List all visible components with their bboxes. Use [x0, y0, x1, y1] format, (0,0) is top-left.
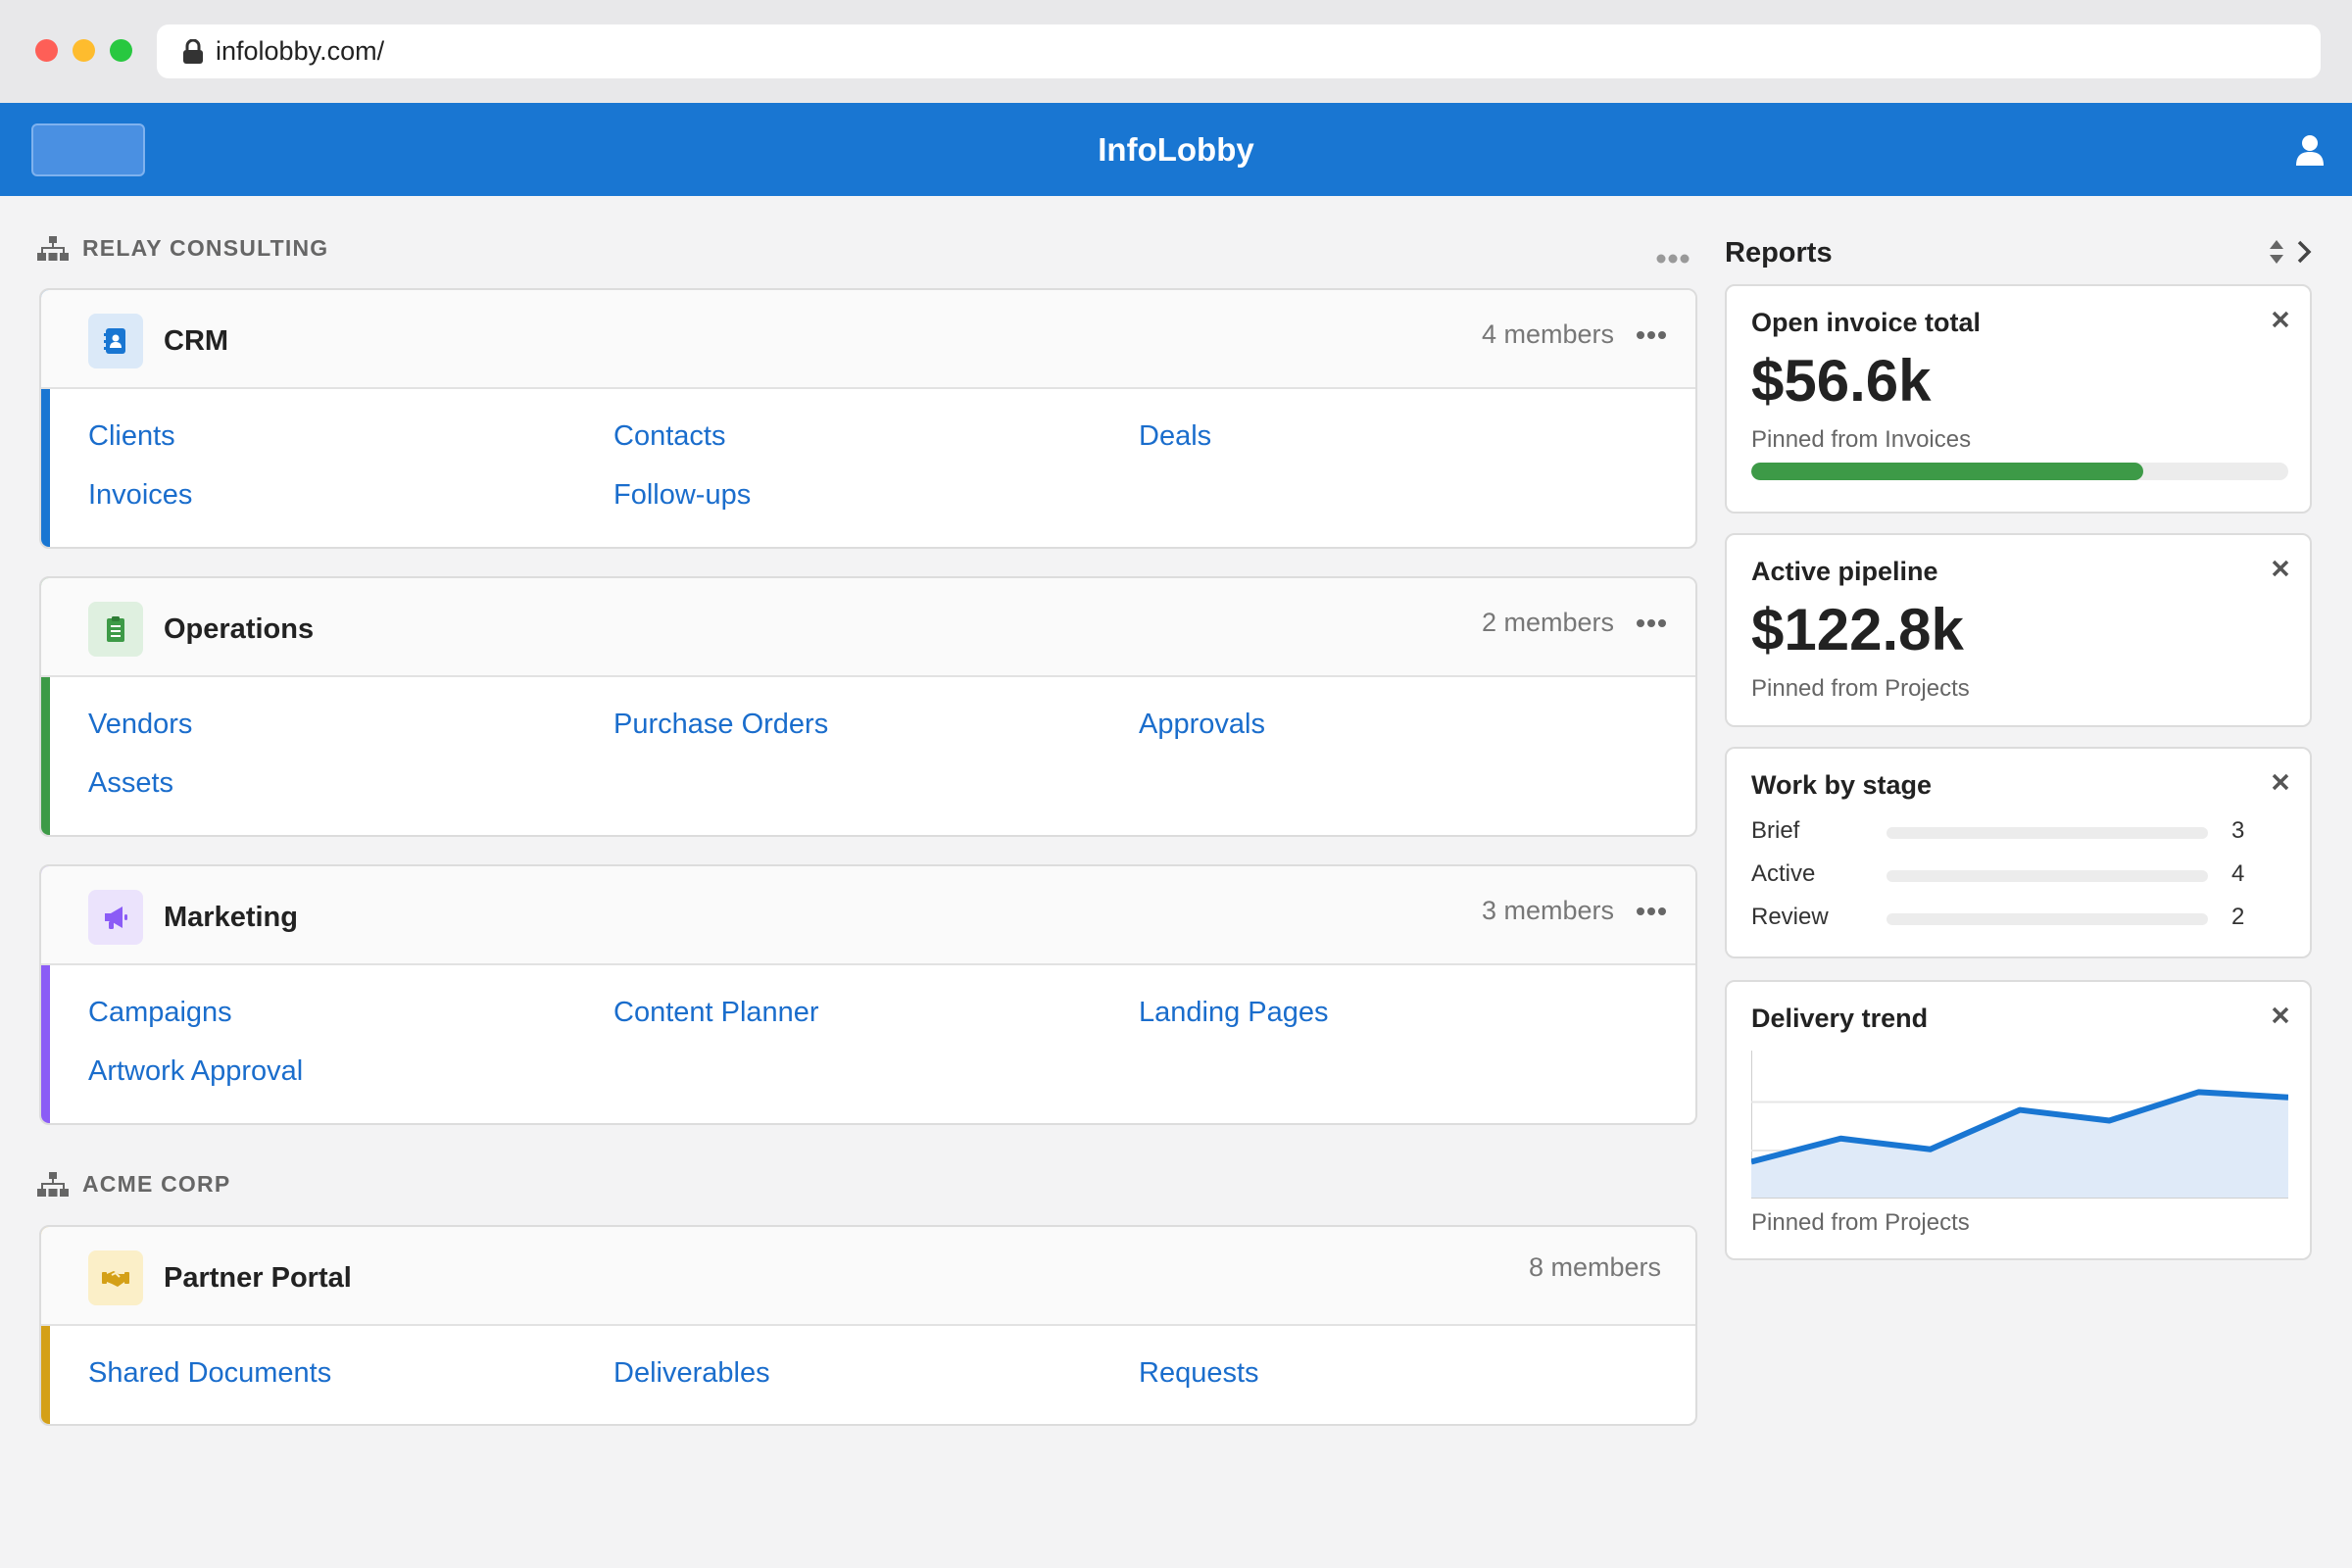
- maximize-window-button[interactable]: [110, 39, 132, 62]
- progress-fill: [1751, 463, 2144, 480]
- stage-count: 2: [2231, 904, 2245, 930]
- stage-bar: [1886, 827, 2208, 839]
- report-title: Work by stage: [1751, 770, 1933, 800]
- app-title: InfoLobby: [1098, 130, 1254, 168]
- close-icon[interactable]: [2271, 310, 2290, 329]
- stage-label: Brief: [1751, 817, 1800, 844]
- org-chart-icon: [37, 1171, 69, 1197]
- group-more-icon[interactable]: [1656, 253, 1690, 265]
- dashboard-content: RELAY CONSULTING CRM 4 members Clients C…: [0, 196, 2352, 1568]
- app-link-deliverables[interactable]: Deliverables: [613, 1357, 770, 1390]
- close-icon[interactable]: [2271, 559, 2290, 578]
- handshake-icon: [88, 1250, 143, 1305]
- report-card-open-invoice: Open invoice total $56.6k Pinned from In…: [1725, 284, 2312, 514]
- megaphone-icon: [88, 890, 143, 945]
- app-link-vendors[interactable]: Vendors: [88, 709, 192, 741]
- app-link-purchase-orders[interactable]: Purchase Orders: [613, 709, 828, 741]
- org-chart-icon: [37, 235, 69, 261]
- close-icon[interactable]: [2271, 772, 2290, 792]
- browser-chrome: infolobby.com/: [0, 0, 2352, 103]
- workspace-name: Marketing: [164, 902, 298, 933]
- report-card-active-pipeline: Active pipeline $122.8k Pinned from Proj…: [1725, 533, 2312, 727]
- workspace-name: Partner Portal: [164, 1262, 352, 1294]
- stage-row-brief: Brief 3: [1751, 817, 2290, 847]
- report-title: Delivery trend: [1751, 1004, 1929, 1033]
- stage-label: Active: [1751, 860, 1816, 887]
- report-title: Active pipeline: [1751, 557, 1938, 586]
- app-header: InfoLobby: [0, 103, 2352, 196]
- workspace-card-marketing: Marketing 3 members Campaigns Content Pl…: [39, 864, 1697, 1125]
- close-icon[interactable]: [2271, 1005, 2290, 1025]
- stage-bar: [1886, 870, 2208, 882]
- chevron-right-icon[interactable]: [2296, 239, 2312, 265]
- workspace-card-partner-portal: Partner Portal 8 members Shared Document…: [39, 1225, 1697, 1426]
- stage-label: Review: [1751, 904, 1829, 930]
- close-window-button[interactable]: [35, 39, 58, 62]
- clipboard-icon: [88, 602, 143, 657]
- group-name: ACME CORP: [82, 1171, 231, 1197]
- member-count: 2 members: [1482, 608, 1615, 637]
- app-link-requests[interactable]: Requests: [1139, 1357, 1259, 1390]
- report-source: Pinned from Invoices: [1751, 426, 1972, 453]
- app-link-clients[interactable]: Clients: [88, 420, 175, 453]
- lock-icon: [183, 38, 203, 64]
- app-link-follow-ups[interactable]: Follow-ups: [613, 479, 751, 512]
- stage-bar: [1886, 913, 2208, 925]
- stage-count: 3: [2231, 817, 2245, 844]
- stage-count: 4: [2231, 860, 2245, 887]
- app-link-approvals[interactable]: Approvals: [1139, 709, 1265, 741]
- app-link-assets[interactable]: Assets: [88, 767, 173, 800]
- workspace-header[interactable]: CRM 4 members: [41, 290, 1695, 389]
- delivery-trend-chart: [1751, 1051, 2288, 1199]
- user-icon[interactable]: [2295, 134, 2325, 166]
- app-link-content-planner[interactable]: Content Planner: [613, 997, 819, 1029]
- stage-row-review: Review 2: [1751, 904, 2290, 933]
- more-options-icon[interactable]: [1637, 329, 1666, 341]
- member-count: 3 members: [1482, 896, 1615, 925]
- workspace-card-operations: Operations 2 members Vendors Purchase Or…: [39, 576, 1697, 837]
- address-bar[interactable]: infolobby.com/: [157, 24, 2321, 78]
- report-source: Pinned from Projects: [1751, 1209, 1970, 1236]
- more-options-icon[interactable]: [1637, 617, 1666, 629]
- app-link-landing-pages[interactable]: Landing Pages: [1139, 997, 1329, 1029]
- menu-button[interactable]: [31, 123, 145, 176]
- workspace-name: Operations: [164, 613, 315, 645]
- workspace-header[interactable]: Operations 2 members: [41, 578, 1695, 677]
- app-link-deals[interactable]: Deals: [1139, 420, 1211, 453]
- report-value: $56.6k: [1751, 348, 1932, 414]
- report-value: $122.8k: [1751, 597, 1964, 662]
- workspace-header[interactable]: Marketing 3 members: [41, 866, 1695, 965]
- app-link-artwork-approval[interactable]: Artwork Approval: [88, 1055, 303, 1088]
- invoice-progress-bar: [1751, 463, 2288, 480]
- reports-heading: Reports: [1725, 237, 1833, 269]
- contact-book-icon: [88, 314, 143, 368]
- app-link-campaigns[interactable]: Campaigns: [88, 997, 232, 1029]
- workspace-card-crm: CRM 4 members Clients Contacts Deals Inv…: [39, 288, 1697, 549]
- workspace-name: CRM: [164, 325, 229, 357]
- report-source: Pinned from Projects: [1751, 675, 1970, 702]
- group-name: RELAY CONSULTING: [82, 235, 329, 261]
- sort-icon[interactable]: [2268, 238, 2285, 266]
- more-options-icon[interactable]: [1637, 906, 1666, 917]
- report-card-work-by-stage: Work by stage Brief 3 Active 4 Review 2: [1725, 747, 2312, 958]
- group-header-acme-corp: ACME CORP: [37, 1171, 230, 1198]
- app-link-shared-documents[interactable]: Shared Documents: [88, 1357, 331, 1390]
- minimize-window-button[interactable]: [73, 39, 95, 62]
- app-link-invoices[interactable]: Invoices: [88, 479, 192, 512]
- group-header-relay-consulting: RELAY CONSULTING: [37, 235, 328, 262]
- report-title: Open invoice total: [1751, 308, 1982, 337]
- member-count: 4 members: [1482, 319, 1615, 349]
- report-card-delivery-trend: Delivery trend Pinned from Projects: [1725, 980, 2312, 1260]
- url-text: infolobby.com/: [216, 36, 385, 66]
- stage-row-active: Active 4: [1751, 860, 2290, 890]
- member-count: 8 members: [1529, 1252, 1662, 1282]
- app-link-contacts[interactable]: Contacts: [613, 420, 725, 453]
- workspace-header[interactable]: Partner Portal 8 members: [41, 1227, 1695, 1326]
